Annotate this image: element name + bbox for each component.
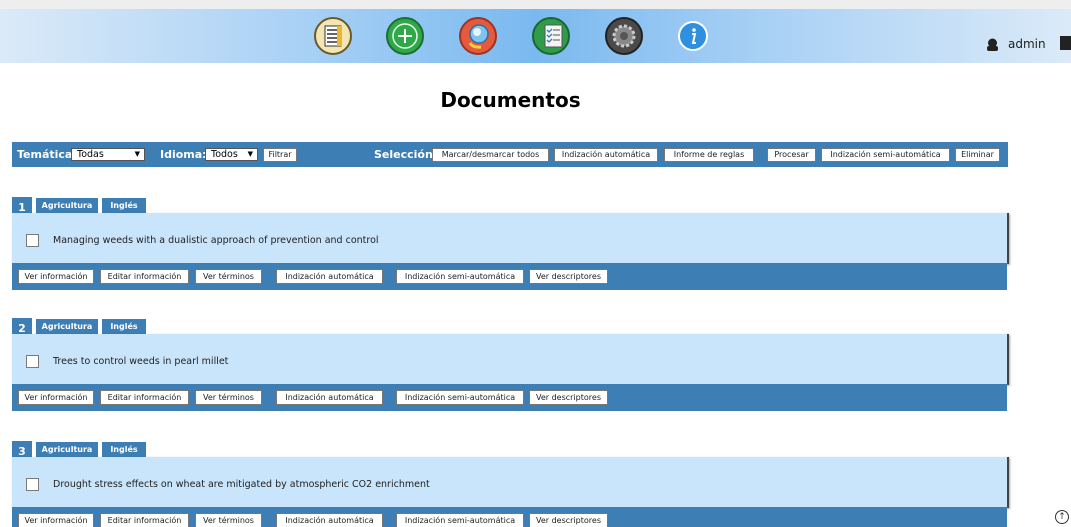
- edit-info-button[interactable]: Editar información: [100, 269, 189, 284]
- document-actions: Ver información Editar información Ver t…: [12, 507, 1007, 527]
- toggle-all-button[interactable]: Marcar/desmarcar todos: [432, 148, 549, 162]
- filtrar-button[interactable]: Filtrar: [263, 148, 297, 162]
- tag-idioma: Inglés: [102, 442, 146, 457]
- logout-icon[interactable]: [1060, 36, 1071, 50]
- tag-tematica: Agricultura: [36, 442, 98, 457]
- username: admin: [1008, 37, 1046, 51]
- rules-report-button[interactable]: Informe de reglas: [664, 148, 754, 162]
- view-info-button[interactable]: Ver información: [18, 513, 94, 527]
- view-terms-button[interactable]: Ver términos: [195, 513, 262, 527]
- view-descriptors-button[interactable]: Ver descriptores: [529, 390, 608, 405]
- document-row: Drought stress effects on wheat are miti…: [12, 457, 1007, 508]
- user-menu[interactable]: admin: [986, 37, 1046, 51]
- document-body: Drought stress effects on wheat are miti…: [12, 457, 1009, 508]
- idioma-value: Todos: [211, 149, 238, 160]
- document-checkbox[interactable]: [26, 478, 39, 491]
- filter-bar: Temática: Todas ▼ Idioma: Todos ▼ Filtra…: [12, 142, 1008, 167]
- document-body: Trees to control weeds in pearl millet: [12, 334, 1009, 385]
- document-actions: Ver información Editar información Ver t…: [12, 384, 1007, 411]
- browser-top-strip: [0, 0, 1071, 9]
- idioma-select[interactable]: Todos ▼: [205, 148, 258, 161]
- tag-tematica: Agricultura: [36, 319, 98, 334]
- document-title: Managing weeds with a dualistic approach…: [53, 235, 379, 246]
- process-button[interactable]: Procesar: [767, 148, 816, 162]
- semi-auto-index-doc-button[interactable]: Indización semi-automática: [396, 513, 524, 527]
- tag-idioma: Inglés: [102, 198, 146, 213]
- checklist-icon[interactable]: [532, 17, 570, 55]
- auto-index-doc-button[interactable]: Indización automática: [276, 269, 383, 284]
- dropdown-arrow-icon: ▼: [247, 150, 253, 158]
- tematica-label: Temática:: [17, 148, 77, 161]
- documents-icon[interactable]: [314, 17, 352, 55]
- dropdown-arrow-icon: ▼: [134, 150, 140, 158]
- edit-info-button[interactable]: Editar información: [100, 513, 189, 527]
- scroll-top-icon[interactable]: ↑: [1055, 510, 1069, 524]
- semi-auto-index-doc-button[interactable]: Indización semi-automática: [396, 269, 524, 284]
- page-title: Documentos: [440, 88, 581, 112]
- tag-tematica: Agricultura: [36, 198, 98, 213]
- semi-auto-index-button[interactable]: Indización semi-automática: [821, 148, 950, 162]
- document-row: Managing weeds with a dualistic approach…: [12, 213, 1007, 264]
- search-icon[interactable]: [459, 17, 497, 55]
- delete-button[interactable]: Eliminar: [955, 148, 1000, 162]
- view-info-button[interactable]: Ver información: [18, 390, 94, 405]
- document-title: Drought stress effects on wheat are miti…: [53, 479, 430, 490]
- document-checkbox[interactable]: [26, 234, 39, 247]
- auto-index-button[interactable]: Indización automática: [554, 148, 658, 162]
- semi-auto-index-doc-button[interactable]: Indización semi-automática: [396, 390, 524, 405]
- auto-index-doc-button[interactable]: Indización automática: [276, 513, 383, 527]
- view-descriptors-button[interactable]: Ver descriptores: [529, 269, 608, 284]
- tematica-value: Todas: [77, 149, 104, 160]
- edit-info-button[interactable]: Editar información: [100, 390, 189, 405]
- auto-index-doc-button[interactable]: Indización automática: [276, 390, 383, 405]
- document-title: Trees to control weeds in pearl millet: [53, 356, 229, 367]
- view-terms-button[interactable]: Ver términos: [195, 269, 262, 284]
- seleccion-label: Selección:: [374, 148, 438, 161]
- settings-icon[interactable]: [605, 17, 643, 55]
- document-checkbox[interactable]: [26, 355, 39, 368]
- user-icon: [987, 38, 998, 51]
- document-body: Managing weeds with a dualistic approach…: [12, 213, 1009, 264]
- document-actions: Ver información Editar información Ver t…: [12, 263, 1007, 290]
- info-icon[interactable]: [678, 21, 708, 51]
- header-bar: admin: [0, 9, 1071, 63]
- tag-idioma: Inglés: [102, 319, 146, 334]
- view-terms-button[interactable]: Ver términos: [195, 390, 262, 405]
- add-icon[interactable]: [386, 17, 424, 55]
- tematica-select[interactable]: Todas ▼: [71, 148, 145, 161]
- document-row: Trees to control weeds in pearl millet: [12, 334, 1007, 385]
- view-info-button[interactable]: Ver información: [18, 269, 94, 284]
- view-descriptors-button[interactable]: Ver descriptores: [529, 513, 608, 527]
- idioma-label: Idioma:: [160, 148, 207, 161]
